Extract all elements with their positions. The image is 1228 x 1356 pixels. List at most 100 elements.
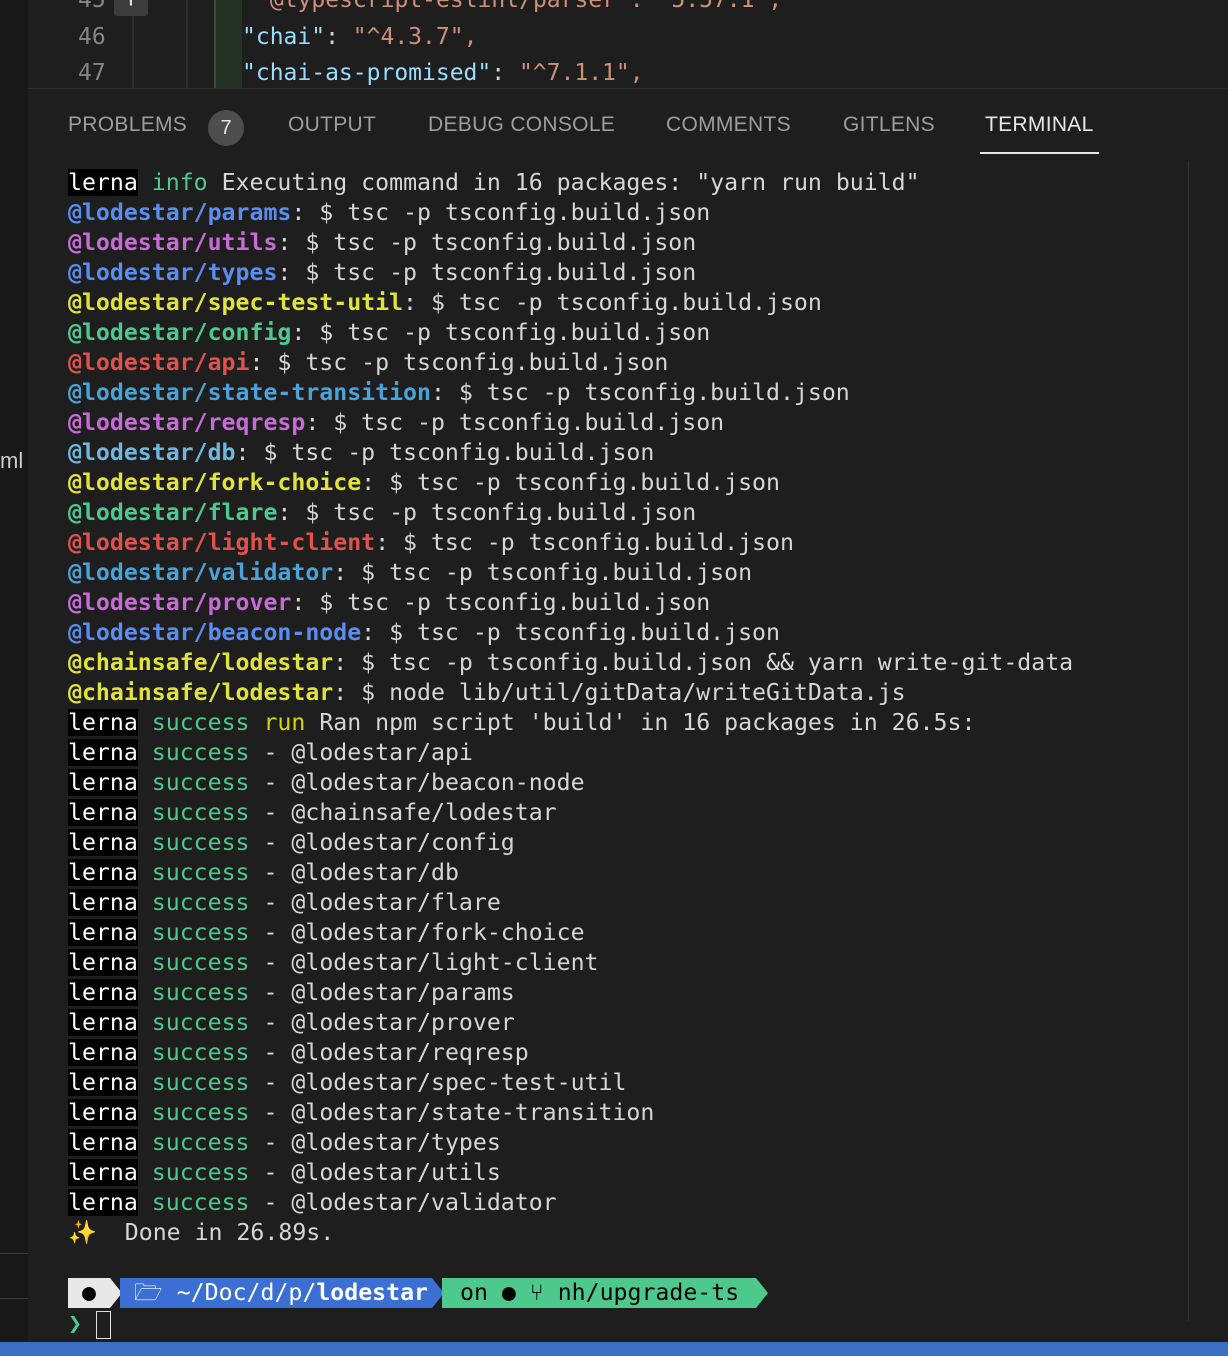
terminal-line: lerna success - @chainsafe/lodestar [68,799,557,826]
terminal-line: lerna success - @lodestar/beacon-node [68,769,585,796]
branch-icon: ⑂ [529,1279,544,1306]
command-text: : $ tsc -p tsconfig.build.json [277,229,697,256]
terminal-line: lerna success run Ran npm script 'build'… [68,709,976,736]
command-text: : $ tsc -p tsconfig.build.json [277,499,697,526]
command-text: : $ node lib/util/gitData/writeGitData.j… [333,679,906,706]
package-name: @lodestar/spec-test-util [68,289,404,316]
indent-guide [186,0,188,88]
terminal-line: @lodestar/validator: $ tsc -p tsconfig.b… [68,558,1188,588]
terminal-output[interactable]: lerna info Executing command in 16 packa… [68,168,1188,1248]
tab-problems[interactable]: PROBLEMS [68,113,187,137]
terminal-line: @lodestar/types: $ tsc -p tsconfig.build… [68,258,1188,288]
github-icon: ● [501,1279,516,1306]
package-name: @lodestar/prover [68,589,292,616]
prompt-git: on ● ⑂ nh/upgrade-ts [442,1278,756,1308]
terminal-line: @lodestar/api: $ tsc -p tsconfig.build.j… [68,348,1188,378]
line-number: 46 [78,24,106,50]
package-name: @lodestar/beacon-node [68,619,362,646]
terminal-line: lerna success - @lodestar/utils [68,1159,501,1186]
add-comment-button[interactable]: + [114,0,148,16]
divider [0,1298,28,1299]
command-text: : $ tsc -p tsconfig.build.json [305,409,725,436]
terminal-line: lerna success - @lodestar/params [68,979,515,1006]
command-text: : $ tsc -p tsconfig.build.json [403,289,822,316]
command-text: : $ tsc -p tsconfig.build.json && yarn w… [333,649,1074,676]
package-name: @lodestar/flare [68,499,278,526]
terminal-line: @lodestar/db: $ tsc -p tsconfig.build.js… [68,438,1188,468]
terminal-line: lerna success - @lodestar/types [68,1129,501,1156]
active-tab-indicator [980,152,1099,154]
code-line: "chai": "^4.3.7", [242,24,478,50]
tab-comments[interactable]: COMMENTS [666,113,791,137]
divider [0,1253,28,1254]
package-name: @lodestar/reqresp [68,409,306,436]
package-name: @lodestar/api [68,349,250,376]
panel-tabs: PROBLEMS 7 OUTPUT DEBUG CONSOLE COMMENTS… [28,89,1228,159]
command-input[interactable]: ❯ [68,1309,111,1339]
command-text: : $ tsc -p tsconfig.build.json [430,379,850,406]
terminal-line: @lodestar/light-client: $ tsc -p tsconfi… [68,528,1188,558]
command-text: : $ tsc -p tsconfig.build.json [291,589,711,616]
tab-terminal[interactable]: TERMINAL [985,113,1094,137]
terminal-line: @lodestar/state-transition: $ tsc -p tsc… [68,378,1188,408]
tab-debug-console[interactable]: DEBUG CONSOLE [428,113,615,137]
explorer-fragment: ml [0,448,24,473]
apple-icon: ● [68,1278,110,1308]
package-name: @lodestar/light-client [68,529,376,556]
command-text: : $ tsc -p tsconfig.build.json [361,469,780,496]
command-text: : $ tsc -p tsconfig.build.json [291,199,711,226]
command-text: : $ tsc -p tsconfig.build.json [277,259,697,286]
terminal-scrollbar[interactable] [1188,161,1189,1321]
terminal-line: @lodestar/fork-choice: $ tsc -p tsconfig… [68,468,1188,498]
package-name: @lodestar/fork-choice [68,469,362,496]
terminal-line: @lodestar/params: $ tsc -p tsconfig.buil… [68,198,1188,228]
terminal-line: @lodestar/config: $ tsc -p tsconfig.buil… [68,318,1188,348]
terminal-line: @lodestar/prover: $ tsc -p tsconfig.buil… [68,588,1188,618]
terminal-line: lerna success - @lodestar/prover [68,1009,515,1036]
status-bar[interactable] [0,1342,1228,1356]
package-name: @chainsafe/lodestar [68,679,334,706]
code-line: "@typescript-eslint/parser": "5.57.1", [256,0,783,13]
terminal-line: lerna success - @lodestar/light-client [68,949,599,976]
terminal-line: @lodestar/utils: $ tsc -p tsconfig.build… [68,228,1188,258]
prompt-chevron-icon: ❯ [68,1310,82,1337]
editor-peek: 45 + "@typescript-eslint/parser": "5.57.… [28,0,1228,88]
package-name: @lodestar/db [68,439,236,466]
terminal-line: @lodestar/flare: $ tsc -p tsconfig.build… [68,498,1188,528]
terminal-line: lerna success - @lodestar/flare [68,889,501,916]
package-name: @chainsafe/lodestar [68,649,334,676]
terminal-line: lerna success - @lodestar/config [68,829,515,856]
sparkles-icon: ✨ [68,1219,97,1246]
command-text: : $ tsc -p tsconfig.build.json [291,319,711,346]
package-name: @lodestar/utils [68,229,278,256]
terminal-line: @lodestar/beacon-node: $ tsc -p tsconfig… [68,618,1188,648]
terminal-line: ✨ Done in 26.89s. [68,1219,335,1246]
tab-output[interactable]: OUTPUT [288,113,376,137]
terminal-line: lerna success - @lodestar/validator [68,1189,557,1216]
package-name: @lodestar/params [68,199,292,226]
terminal-line: lerna success - @lodestar/state-transiti… [68,1099,655,1126]
terminal-cursor [95,1310,111,1339]
terminal-line: lerna success - @lodestar/spec-test-util [68,1069,627,1096]
folder-icon: 🗁 [134,1279,163,1306]
bottom-panel: PROBLEMS 7 OUTPUT DEBUG CONSOLE COMMENTS… [28,88,1228,1343]
terminal-line: @chainsafe/lodestar: $ tsc -p tsconfig.b… [68,648,1188,678]
terminal-line: @lodestar/reqresp: $ tsc -p tsconfig.bui… [68,408,1188,438]
package-name: @lodestar/config [68,319,292,346]
command-text: : $ tsc -p tsconfig.build.json [361,619,780,646]
tab-gitlens[interactable]: GITLENS [843,113,935,137]
command-text: : $ tsc -p tsconfig.build.json [235,439,655,466]
prompt-path: 🗁 ~/Doc/d/p/lodestar [120,1278,432,1308]
activity-strip: ml [0,0,28,1356]
terminal-line: @chainsafe/lodestar: $ node lib/util/git… [68,678,1188,708]
package-name: @lodestar/types [68,259,278,286]
code-line: "chai-as-promised": "^7.1.1", [242,60,644,86]
command-text: : $ tsc -p tsconfig.build.json [249,349,669,376]
problems-count-badge: 7 [208,110,244,146]
terminal-line: @lodestar/spec-test-util: $ tsc -p tscon… [68,288,1188,318]
package-name: @lodestar/state-transition [68,379,431,406]
package-name: @lodestar/validator [68,559,334,586]
line-number: 47 [78,60,106,86]
terminal-line: lerna success - @lodestar/fork-choice [68,919,585,946]
terminal-line: lerna success - @lodestar/db [68,859,459,886]
